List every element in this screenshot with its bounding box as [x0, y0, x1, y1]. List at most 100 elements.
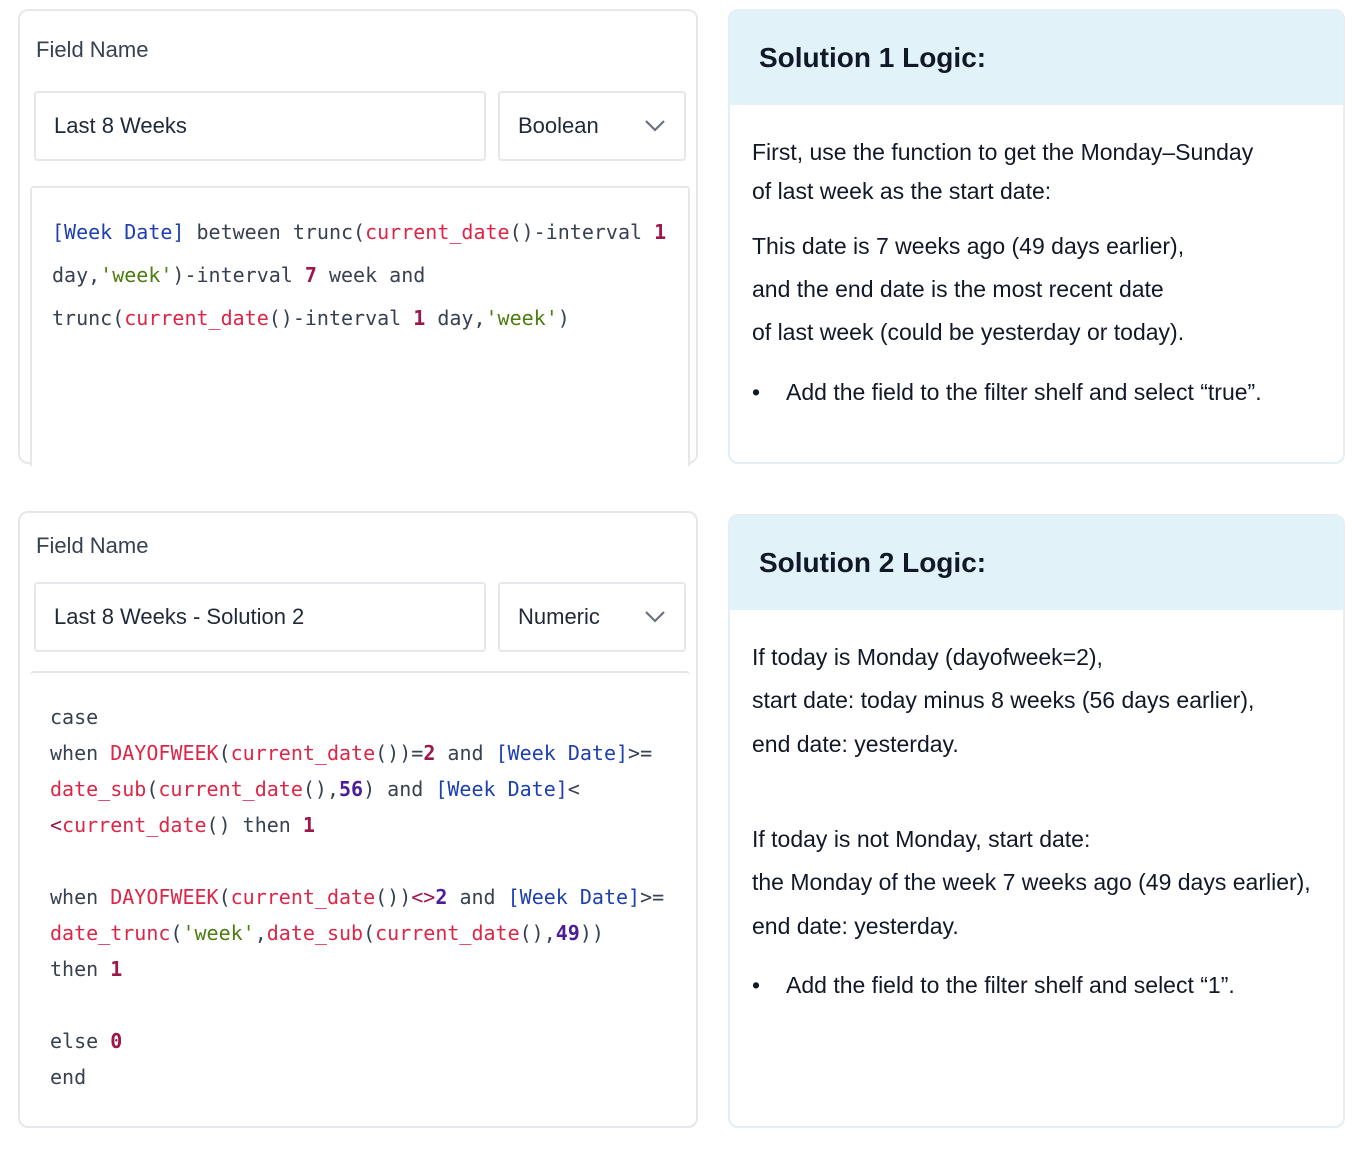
code-text-token: )	[557, 306, 570, 330]
logic-card-2: Solution 2 Logic: If today is Monday (da…	[728, 514, 1345, 1128]
number-token: 49	[555, 921, 580, 945]
field-editor-card-1: Field Name Boolean [Week Date] between t…	[18, 9, 698, 466]
code-text-token: between trunc(	[184, 220, 366, 244]
function-token: current_date	[365, 220, 510, 244]
code-text-token: when	[50, 741, 111, 765]
code-text-token: (	[170, 921, 183, 945]
code-text-token: (	[146, 777, 159, 801]
code-text-token: day,	[52, 263, 101, 287]
function-token: current_date	[158, 777, 303, 801]
field-ref-token: [Week Date]	[435, 777, 568, 801]
code-text-token: case	[50, 705, 99, 729]
chevron-down-icon	[645, 120, 665, 132]
formula-editor[interactable]: [Week Date] between trunc(current_date()…	[30, 186, 690, 466]
string-token: 'week'	[485, 306, 558, 330]
function-token: current_date	[230, 885, 376, 909]
logic-bullet: • Add the field to the filter shelf and …	[752, 379, 1262, 406]
function-token: current_date	[62, 813, 207, 837]
function-token: date_sub	[266, 921, 364, 945]
code-text-token: and	[435, 741, 496, 765]
code-line: else 0	[50, 1023, 690, 1059]
formula-editor[interactable]: case when DAYOFWEEK(current_date())=2 and…	[30, 671, 690, 1126]
code-text-token: day,	[425, 306, 486, 330]
field-ref-token: [Week Date]	[507, 885, 641, 909]
number-token: 2	[423, 741, 436, 765]
code-text-token: )-interval	[172, 263, 305, 287]
function-token: date_trunc	[50, 921, 171, 945]
logic-line: First, use the function to get the Monda…	[752, 139, 1254, 165]
code-text-token: then	[50, 957, 111, 981]
chevron-down-icon	[645, 611, 665, 623]
number-token: 56	[339, 777, 364, 801]
code-line: when DAYOFWEEK(current_date())=2 and [We…	[50, 735, 690, 771]
function-token: date_sub	[50, 777, 147, 801]
logic-line: start date: today minus 8 weeks (56 days…	[752, 687, 1255, 713]
field-name-label: Field Name	[36, 533, 149, 558]
bullet-text: Add the field to the filter shelf and se…	[786, 379, 1262, 405]
function-token: current_date	[124, 306, 269, 330]
function-token: DAYOFWEEK	[110, 885, 219, 909]
field-editor-card-2: Field Name Numeric casewhen DAYOFWEEK(cu…	[18, 511, 698, 1128]
code-text-token: ()-interval	[268, 306, 414, 330]
data-type-value: Numeric	[518, 604, 600, 629]
bullet-icon: •	[752, 379, 761, 405]
logic-line: the Monday of the week 7 weeks ago (49 d…	[752, 869, 1311, 895]
code-text-token: (	[218, 885, 231, 909]
logic-line: of last week as the start date:	[752, 178, 1052, 204]
operator-token: <>	[411, 885, 436, 909]
logic-line: and the end date is the most recent date	[752, 276, 1164, 302]
code-line: case	[50, 699, 690, 735]
number-token: 0	[110, 1029, 123, 1053]
code-text-token: end	[50, 1065, 87, 1089]
number-token: 1	[413, 306, 426, 330]
function-token: current_date	[230, 741, 376, 765]
bullet-icon: •	[752, 972, 761, 998]
logic-line: of last week (could be yesterday or toda…	[752, 319, 1185, 345]
code-line: [Week Date] between trunc(current_date()…	[52, 211, 688, 254]
code-text-token: ())	[375, 885, 412, 909]
field-ref-token: [Week Date]	[52, 220, 185, 244]
code-line: day,'week')-interval 7 week and	[52, 254, 688, 297]
logic-card-1: Solution 1 Logic: First, use the functio…	[728, 9, 1345, 464]
bullet-text: Add the field to the filter shelf and se…	[786, 972, 1235, 998]
field-name-input[interactable]	[34, 91, 486, 161]
code-text-token: <	[567, 777, 580, 801]
field-name-label: Field Name	[36, 37, 149, 62]
code-text-token: (),	[302, 777, 339, 801]
code-text-token: when	[50, 885, 111, 909]
code-text-token: (	[363, 921, 376, 945]
code-line: date_trunc('week',date_sub(current_date(…	[50, 915, 690, 951]
data-type-select[interactable]: Boolean	[498, 91, 686, 161]
operator-token: <	[50, 813, 63, 837]
function-token: current_date	[375, 921, 520, 945]
logic-title: Solution 1 Logic:	[730, 11, 1343, 105]
logic-line: If today is Monday (dayofweek=2),	[752, 644, 1103, 670]
code-text-token: week and	[316, 263, 426, 287]
number-token: 1	[654, 220, 667, 244]
logic-line: This date is 7 weeks ago (49 days earlie…	[752, 233, 1185, 259]
logic-bullet: • Add the field to the filter shelf and …	[752, 972, 1235, 999]
code-text-token: (),	[519, 921, 556, 945]
code-text-token: and	[447, 885, 508, 909]
number-token: 7	[304, 263, 317, 287]
code-line: trunc(current_date()-interval 1 day,'wee…	[52, 297, 688, 340]
code-text-token: (	[218, 741, 231, 765]
code-text-token: () then	[206, 813, 303, 837]
number-token: 1	[302, 813, 315, 837]
code-text-token: ())=	[375, 741, 424, 765]
code-line: when DAYOFWEEK(current_date())<>2 and [W…	[50, 879, 690, 915]
logic-title: Solution 2 Logic:	[730, 516, 1343, 610]
data-type-value: Boolean	[518, 113, 599, 138]
data-type-select[interactable]: Numeric	[498, 582, 686, 652]
number-token: 2	[435, 885, 448, 909]
logic-line: end date: yesterday.	[752, 913, 959, 939]
function-token: DAYOFWEEK	[110, 741, 219, 765]
field-name-input[interactable]	[34, 582, 486, 652]
string-token: 'week'	[100, 263, 173, 287]
code-line: <current_date() then 1	[50, 807, 690, 843]
logic-line: end date: yesterday.	[752, 731, 959, 757]
code-text-token: trunc(	[52, 306, 125, 330]
code-text-token: ()-interval	[509, 220, 655, 244]
